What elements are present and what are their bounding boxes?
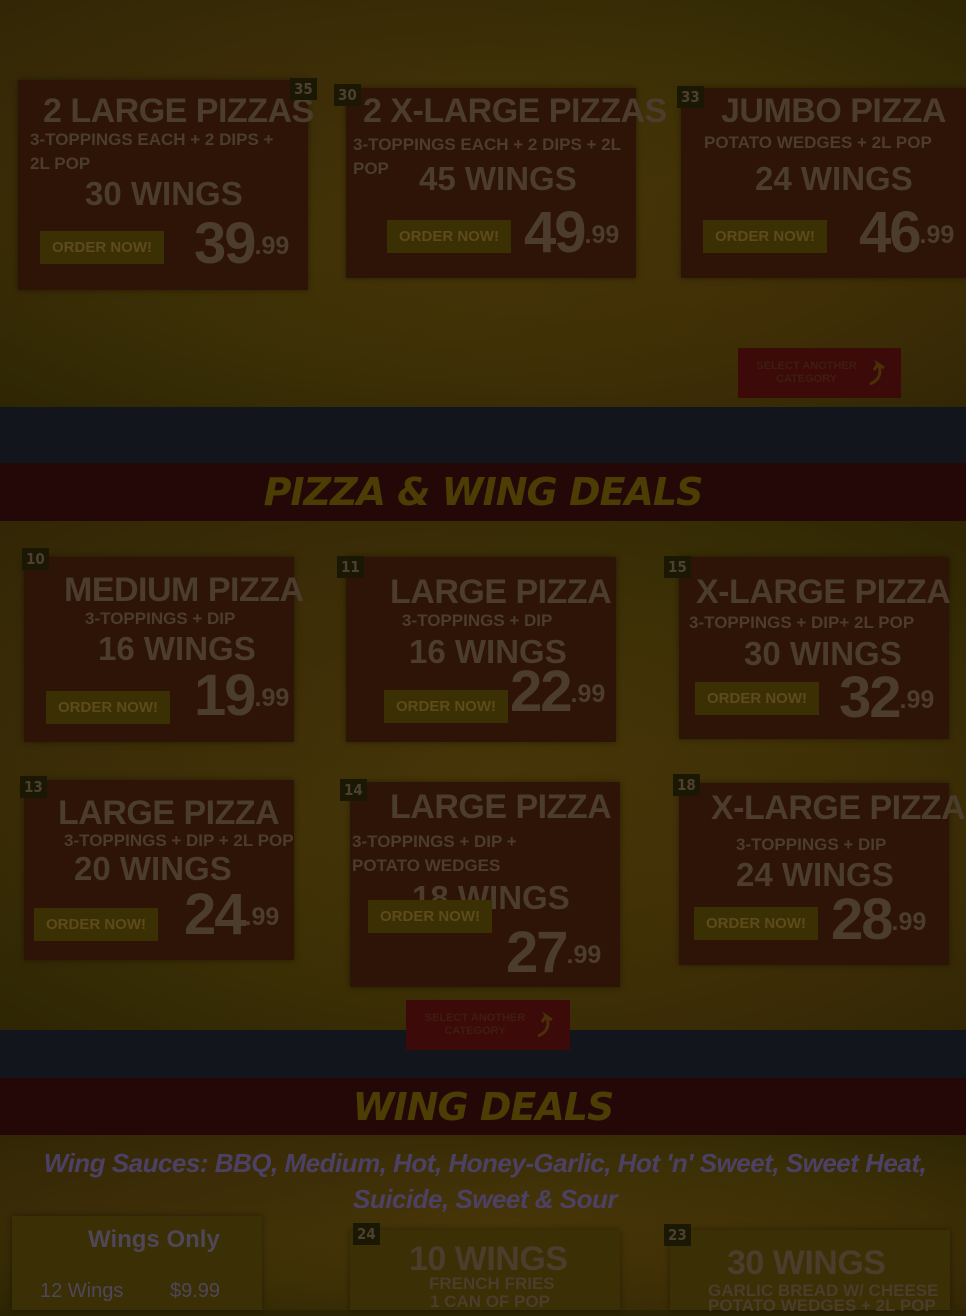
deal-title: 2 X-LARGE PIZZAS — [363, 92, 667, 130]
arrow-icon — [868, 360, 885, 386]
deal-price: 39.99 — [194, 211, 290, 276]
deal-card-24: 10 WINGS FRENCH FRIES 1 CAN OF POP — [350, 1230, 620, 1311]
deal-price: 19.99 — [194, 663, 290, 728]
deal-wings: 24 WINGS — [755, 160, 913, 197]
section-header: PIZZA & WING DEALS — [0, 463, 966, 521]
deal-price: 28.99 — [831, 887, 927, 952]
deal-number-badge: 14 — [340, 779, 367, 801]
section-gap — [0, 407, 966, 463]
deal-title: 2 LARGE PIZZAS — [43, 92, 314, 130]
deal-title: MEDIUM PIZZA — [64, 571, 304, 609]
deal-price: 24.99 — [184, 882, 280, 947]
deal-subtitle: 3-TOPPINGS + DIP — [402, 611, 553, 630]
wings-only-card: Wings Only 12 Wings $9.99 — [12, 1216, 262, 1310]
deal-card-11: LARGE PIZZA 3-TOPPINGS + DIP 16 WINGS OR… — [346, 557, 616, 742]
deal-title: LARGE PIZZA — [390, 573, 612, 611]
deal-price: 22.99 — [510, 659, 606, 724]
deal-title: X-LARGE PIZZA — [711, 789, 966, 827]
select-another-label: SELECT ANOTHER CATEGORY — [424, 1012, 526, 1037]
deal-card-23: 30 WINGS GARLIC BREAD W/ CHEESE POTATO W… — [670, 1230, 950, 1315]
deal-subtitle: 3-TOPPINGS + DIP + POTATO WEDGES — [352, 832, 517, 875]
deal-card-14: LARGE PIZZA 3-TOPPINGS + DIP + POTATO WE… — [350, 782, 620, 987]
order-now-button[interactable]: ORDER NOW! — [40, 231, 164, 264]
wing-sauces-text: Wing Sauces: BBQ, Medium, Hot, Honey-Gar… — [43, 1148, 927, 1214]
deal-subtitle: 3-TOPPINGS + DIP — [85, 609, 236, 628]
order-now-button[interactable]: ORDER NOW! — [703, 220, 827, 253]
deal-number-badge: 15 — [664, 556, 691, 578]
deal-card-10: MEDIUM PIZZA 3-TOPPINGS + DIP 16 WINGS O… — [24, 557, 304, 742]
deal-line: POTATO WEDGES + 2L POP — [708, 1296, 936, 1315]
deal-subtitle: POTATO WEDGES + 2L POP — [704, 133, 932, 152]
deal-price: 49.99 — [524, 200, 620, 265]
select-another-label: SELECT ANOTHER CATEGORY — [756, 360, 857, 385]
arrow-icon — [537, 1012, 553, 1038]
deal-line: FRENCH FRIES — [429, 1274, 555, 1293]
order-now-button[interactable]: ORDER NOW! — [694, 907, 818, 940]
deal-number-badge: 35 — [290, 78, 317, 100]
deal-wings: 30 WINGS — [85, 175, 243, 212]
deal-number-badge: 10 — [22, 548, 49, 570]
deal-wings: 45 WINGS — [419, 160, 577, 197]
deal-subtitle: 3-TOPPINGS EACH + 2 DIPS + 2L POP — [30, 130, 274, 173]
deal-number-badge: 11 — [337, 556, 364, 578]
deal-title: JUMBO PIZZA — [721, 92, 946, 130]
deal-number-badge: 18 — [673, 774, 700, 796]
order-now-button[interactable]: ORDER NOW! — [46, 691, 170, 724]
section-title: PIZZA & WING DEALS — [263, 470, 704, 514]
deal-title: LARGE PIZZA — [390, 788, 612, 826]
deal-number-badge: 23 — [664, 1224, 691, 1246]
wings-price: $9.99 — [170, 1280, 221, 1302]
deal-number-badge: 30 — [334, 84, 361, 106]
order-now-button[interactable]: ORDER NOW! — [384, 690, 508, 723]
deal-subtitle: 3-TOPPINGS + DIP — [736, 835, 887, 854]
deal-line: 1 CAN OF POP — [430, 1292, 550, 1311]
deal-card-15: X-LARGE PIZZA 3-TOPPINGS + DIP+ 2L POP 3… — [679, 557, 951, 739]
section-header: WING DEALS — [0, 1078, 966, 1135]
deal-card-18: X-LARGE PIZZA 3-TOPPINGS + DIP 24 WINGS … — [679, 783, 966, 965]
deal-number-badge: 33 — [677, 86, 704, 108]
order-now-button[interactable]: ORDER NOW! — [387, 220, 511, 253]
deal-title: X-LARGE PIZZA — [696, 573, 951, 611]
deal-price: 32.99 — [839, 665, 935, 730]
wings-qty: 12 Wings — [40, 1280, 124, 1302]
deal-card-13: LARGE PIZZA 3-TOPPINGS + DIP + 2L POP 20… — [24, 780, 294, 960]
order-now-button[interactable]: ORDER NOW! — [695, 682, 819, 715]
select-another-category-button[interactable]: SELECT ANOTHER CATEGORY — [738, 348, 901, 398]
deal-price: 46.99 — [859, 200, 955, 265]
order-now-button[interactable]: ORDER NOW! — [34, 908, 158, 941]
deal-price: 27.99 — [506, 920, 602, 985]
deal-card-33: JUMBO PIZZA POTATO WEDGES + 2L POP 24 WI… — [681, 88, 966, 278]
order-now-button[interactable]: ORDER NOW! — [368, 900, 492, 933]
deal-card-30: 2 X-LARGE PIZZAS 3-TOPPINGS EACH + 2 DIP… — [346, 88, 667, 278]
deal-number-badge: 13 — [20, 776, 47, 798]
section-title: WING DEALS — [352, 1084, 615, 1129]
wings-only-title: Wings Only — [88, 1226, 220, 1253]
deal-card-35: 2 LARGE PIZZAS 3-TOPPINGS EACH + 2 DIPS … — [18, 80, 314, 290]
deal-title: 30 WINGS — [727, 1244, 886, 1282]
select-another-category-button[interactable]: SELECT ANOTHER CATEGORY — [406, 1000, 570, 1050]
deal-subtitle: 3-TOPPINGS + DIP+ 2L POP — [689, 613, 915, 632]
deal-title: LARGE PIZZA — [58, 794, 280, 832]
deal-number-badge: 24 — [353, 1223, 380, 1245]
